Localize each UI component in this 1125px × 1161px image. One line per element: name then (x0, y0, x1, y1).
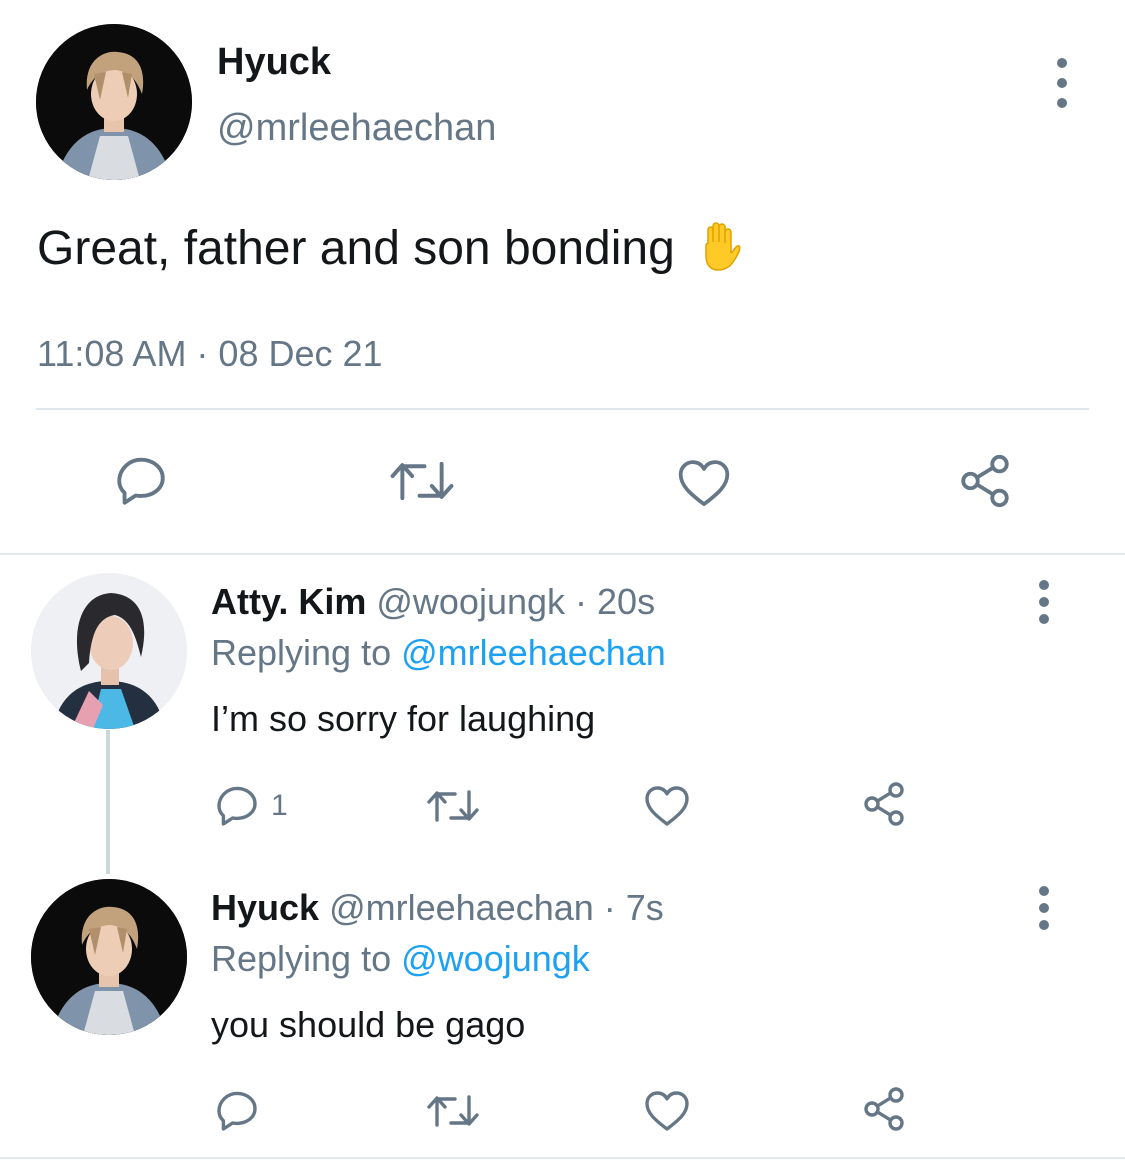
avatar[interactable] (36, 24, 192, 180)
heart-icon (645, 1091, 689, 1131)
retweet-icon (427, 1095, 479, 1127)
more-options-icon[interactable] (1052, 58, 1072, 108)
reply-icon (117, 457, 165, 505)
reply-header: Atty. Kim @woojungk · 20s (211, 582, 655, 622)
reply-header: Hyuck @mrleehaechan · 7s (211, 888, 664, 928)
reply-button[interactable] (213, 1087, 271, 1135)
replying-to: Replying to @woojungk (211, 939, 590, 979)
replying-to-label: Replying to (211, 632, 392, 673)
retweet-button[interactable] (424, 784, 482, 828)
avatar[interactable] (31, 879, 187, 1035)
reply-time: · 7s (603, 887, 664, 928)
profile-photo (36, 24, 192, 180)
retweet-icon (390, 461, 454, 501)
replying-to: Replying to @mrleehaechan (211, 633, 666, 673)
share-button[interactable] (956, 452, 1014, 510)
tweet-text: Great, father and son bonding (37, 222, 744, 275)
share-button[interactable] (860, 780, 908, 828)
tweet-timestamp: 11:08 AM · 08 Dec 21 (37, 333, 383, 374)
share-icon (864, 782, 904, 826)
section-divider (0, 1157, 1125, 1159)
reply-text: I’m so sorry for laughing (211, 698, 596, 739)
display-name[interactable]: Hyuck (211, 887, 319, 928)
heart-icon (645, 786, 689, 826)
reply-time: · 20s (575, 581, 656, 622)
section-divider (0, 553, 1125, 555)
replying-to-mention[interactable]: @woojungk (401, 938, 590, 979)
avatar[interactable] (31, 573, 187, 729)
raised-hand-emoji (696, 222, 744, 272)
profile-photo (31, 573, 187, 729)
profile-photo (31, 879, 187, 1035)
reply-button[interactable] (112, 452, 170, 510)
tweet-text-body: Great, father and son bonding (37, 222, 675, 275)
replying-to-mention[interactable]: @mrleehaechan (401, 632, 666, 673)
reply-count: 1 (271, 789, 288, 822)
share-icon (864, 1087, 904, 1131)
heart-icon (678, 460, 730, 507)
reply-icon (217, 1091, 257, 1131)
display-name[interactable]: Atty. Kim (211, 581, 366, 622)
share-icon (961, 454, 1009, 508)
username[interactable]: @woojungk (376, 581, 565, 622)
like-button[interactable] (676, 456, 732, 508)
username[interactable]: @mrleehaechan (217, 108, 496, 148)
retweet-button[interactable] (387, 454, 457, 508)
reply-icon (217, 786, 257, 826)
reply-line (106, 730, 110, 874)
username[interactable]: @mrleehaechan (329, 887, 594, 928)
divider (36, 408, 1089, 410)
more-options-icon[interactable] (1034, 886, 1054, 930)
share-button[interactable] (860, 1085, 908, 1133)
more-options-icon[interactable] (1034, 580, 1054, 624)
like-button[interactable] (643, 783, 691, 827)
display-name[interactable]: Hyuck (217, 42, 331, 82)
like-button[interactable] (643, 1088, 691, 1132)
retweet-icon (427, 790, 479, 822)
reply-text: you should be gago (211, 1004, 526, 1045)
replying-to-label: Replying to (211, 938, 392, 979)
retweet-button[interactable] (424, 1089, 482, 1133)
reply-button[interactable]: 1 (213, 782, 288, 830)
